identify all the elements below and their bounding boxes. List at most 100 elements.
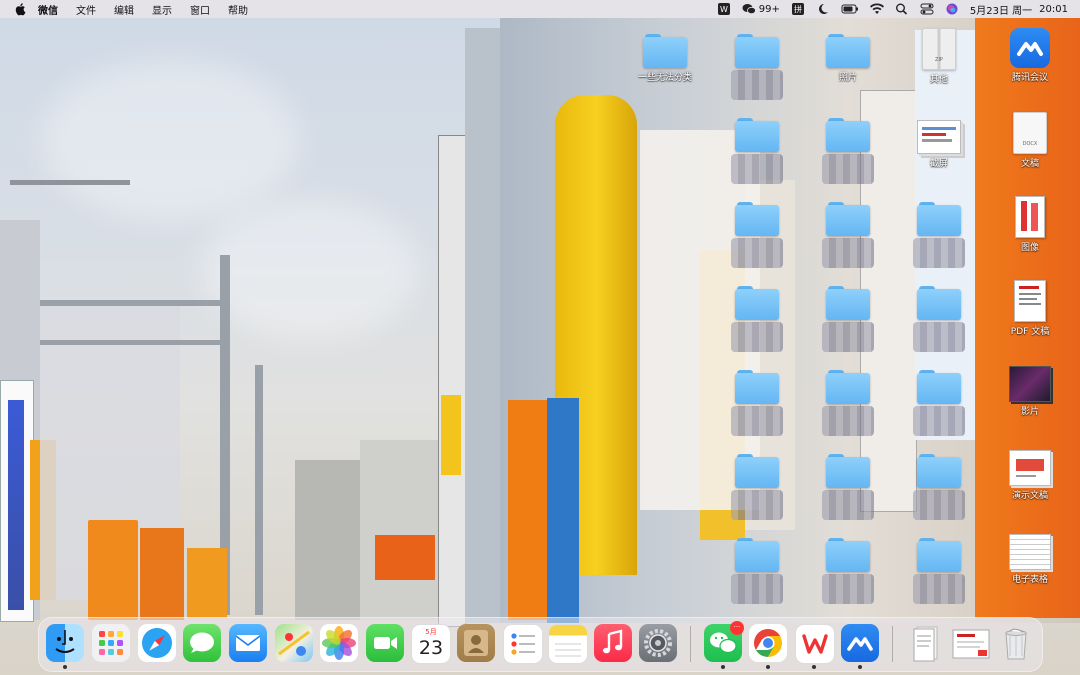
dock-safari[interactable] bbox=[138, 624, 176, 662]
desktop-pdf-stack[interactable]: PDF 文稿 bbox=[990, 280, 1070, 337]
dock-mail[interactable] bbox=[229, 624, 267, 662]
gear-icon bbox=[644, 629, 672, 657]
folder-icon bbox=[917, 368, 961, 404]
desktop-movies-stack[interactable]: 影片 bbox=[990, 366, 1070, 417]
redacted-label bbox=[731, 322, 783, 352]
dock-stack-pdf[interactable] bbox=[950, 624, 992, 662]
desktop-icon-label: 截屏 bbox=[929, 159, 948, 169]
dock-calendar[interactable]: 5月 23 bbox=[411, 624, 451, 664]
contacts-person-icon bbox=[464, 630, 488, 656]
tencent-meeting-icon bbox=[1010, 28, 1050, 68]
desktop-icon-label: PDF 文稿 bbox=[1010, 327, 1050, 337]
map-pin-icon bbox=[278, 630, 310, 656]
desktop-folder[interactable] bbox=[717, 284, 797, 352]
menu-app-wechat[interactable]: 微信 bbox=[38, 2, 58, 17]
docx-file-icon: DOCX bbox=[1013, 112, 1047, 154]
spotlight-search-icon[interactable] bbox=[895, 3, 909, 15]
desktop-images-stack[interactable]: 图像 bbox=[990, 196, 1070, 253]
dock-maps[interactable] bbox=[275, 624, 313, 662]
dock-launchpad[interactable] bbox=[92, 624, 130, 662]
menu-window[interactable]: 窗口 bbox=[190, 2, 210, 17]
apple-menu-icon[interactable] bbox=[14, 2, 28, 16]
svg-text:W: W bbox=[720, 5, 728, 14]
siri-icon[interactable] bbox=[945, 3, 959, 15]
desktop-folder-uncategorized[interactable]: 一些无法分类 bbox=[625, 32, 705, 83]
menu-help[interactable]: 帮助 bbox=[228, 2, 248, 17]
desktop-spreadsheets-stack[interactable]: 电子表格 bbox=[990, 534, 1070, 585]
desktop-folder[interactable] bbox=[808, 116, 888, 184]
redacted-label bbox=[822, 574, 874, 604]
desktop-folder[interactable] bbox=[899, 368, 979, 436]
folder-icon bbox=[735, 32, 779, 68]
message-bubble-icon bbox=[190, 632, 214, 653]
desktop-folder[interactable] bbox=[899, 536, 979, 604]
menubar-date[interactable]: 5月23日 周一 bbox=[970, 2, 1032, 17]
redacted-label bbox=[913, 406, 965, 436]
chrome-icon bbox=[754, 629, 782, 657]
desktop-zip-other[interactable]: ZIP 其他 bbox=[899, 28, 979, 85]
menu-bar: 微信 文件 编辑 显示 窗口 帮助 W 99+ 拼 5月23日 周一 20:01 bbox=[0, 0, 1080, 18]
desktop-icon-label: 其他 bbox=[929, 75, 948, 85]
desktop-app-tencent-meeting[interactable]: 腾讯会议 bbox=[990, 28, 1070, 83]
desktop-folder[interactable] bbox=[899, 284, 979, 352]
desktop-presentations-stack[interactable]: 演示文稿 bbox=[990, 450, 1070, 501]
desktop-folder[interactable] bbox=[808, 368, 888, 436]
folder-icon bbox=[917, 200, 961, 236]
dock-finder[interactable] bbox=[46, 624, 84, 662]
desktop-folder[interactable] bbox=[899, 200, 979, 268]
dock-trash[interactable] bbox=[997, 624, 1035, 662]
dock-music[interactable] bbox=[594, 624, 632, 662]
dock-system-preferences[interactable] bbox=[639, 624, 677, 662]
dock-messages[interactable] bbox=[183, 624, 221, 662]
desktop-screenshots[interactable]: 截屏 bbox=[899, 116, 979, 169]
dock-tencent-meeting[interactable] bbox=[841, 624, 879, 662]
dock-chrome[interactable] bbox=[749, 624, 787, 662]
tencent-meeting-icon bbox=[847, 637, 873, 651]
dock-stack-documents[interactable] bbox=[907, 624, 945, 662]
desktop-folder[interactable] bbox=[717, 536, 797, 604]
menu-view[interactable]: 显示 bbox=[152, 2, 172, 17]
menubar-time[interactable]: 20:01 bbox=[1039, 4, 1068, 15]
folder-icon bbox=[826, 368, 870, 404]
calendar-month: 5月 bbox=[425, 628, 437, 636]
focus-moon-icon[interactable] bbox=[816, 3, 830, 15]
desktop-folder[interactable] bbox=[717, 452, 797, 520]
desktop-folder[interactable] bbox=[808, 284, 888, 352]
desktop-folder[interactable] bbox=[717, 200, 797, 268]
running-indicator bbox=[63, 665, 67, 669]
dock-facetime[interactable] bbox=[366, 624, 404, 662]
menu-file[interactable]: 文件 bbox=[76, 2, 96, 17]
desktop-folder[interactable] bbox=[808, 536, 888, 604]
dock-photos[interactable] bbox=[320, 624, 358, 662]
desktop-folder[interactable] bbox=[717, 32, 797, 100]
desktop-docx-docs[interactable]: DOCX 文稿 bbox=[990, 112, 1070, 169]
wechat-tray-icon[interactable] bbox=[742, 3, 756, 15]
dock-notes[interactable] bbox=[548, 624, 588, 664]
desktop-folder[interactable] bbox=[808, 452, 888, 520]
redacted-label bbox=[913, 238, 965, 268]
desktop-icon-label: 照片 bbox=[838, 73, 857, 83]
control-center-icon[interactable] bbox=[920, 3, 934, 15]
dock-contacts[interactable] bbox=[457, 624, 495, 662]
desktop-folder[interactable] bbox=[717, 116, 797, 184]
desktop-icon-label: 腾讯会议 bbox=[1011, 73, 1048, 83]
dock-reminders[interactable] bbox=[503, 624, 543, 664]
desktop-icon-label: 文稿 bbox=[1020, 159, 1039, 169]
menu-edit[interactable]: 编辑 bbox=[114, 2, 134, 17]
wps-tray-icon[interactable]: W bbox=[717, 3, 731, 15]
folder-icon bbox=[735, 452, 779, 488]
folder-icon bbox=[826, 200, 870, 236]
desktop-folder[interactable] bbox=[808, 200, 888, 268]
image-stack-icon bbox=[1015, 196, 1045, 238]
desktop-folder-photos[interactable]: 照片 bbox=[808, 32, 888, 83]
wifi-icon[interactable] bbox=[869, 3, 884, 15]
folder-icon bbox=[735, 116, 779, 152]
dock-wps-office[interactable] bbox=[795, 624, 835, 664]
redacted-label bbox=[731, 154, 783, 184]
desktop-folder[interactable] bbox=[717, 368, 797, 436]
dock-separator bbox=[690, 626, 691, 662]
battery-icon[interactable] bbox=[841, 3, 859, 15]
input-method-icon[interactable]: 拼 bbox=[791, 3, 805, 15]
dock: 5月 23 ··· bbox=[38, 617, 1043, 672]
desktop-folder[interactable] bbox=[899, 452, 979, 520]
